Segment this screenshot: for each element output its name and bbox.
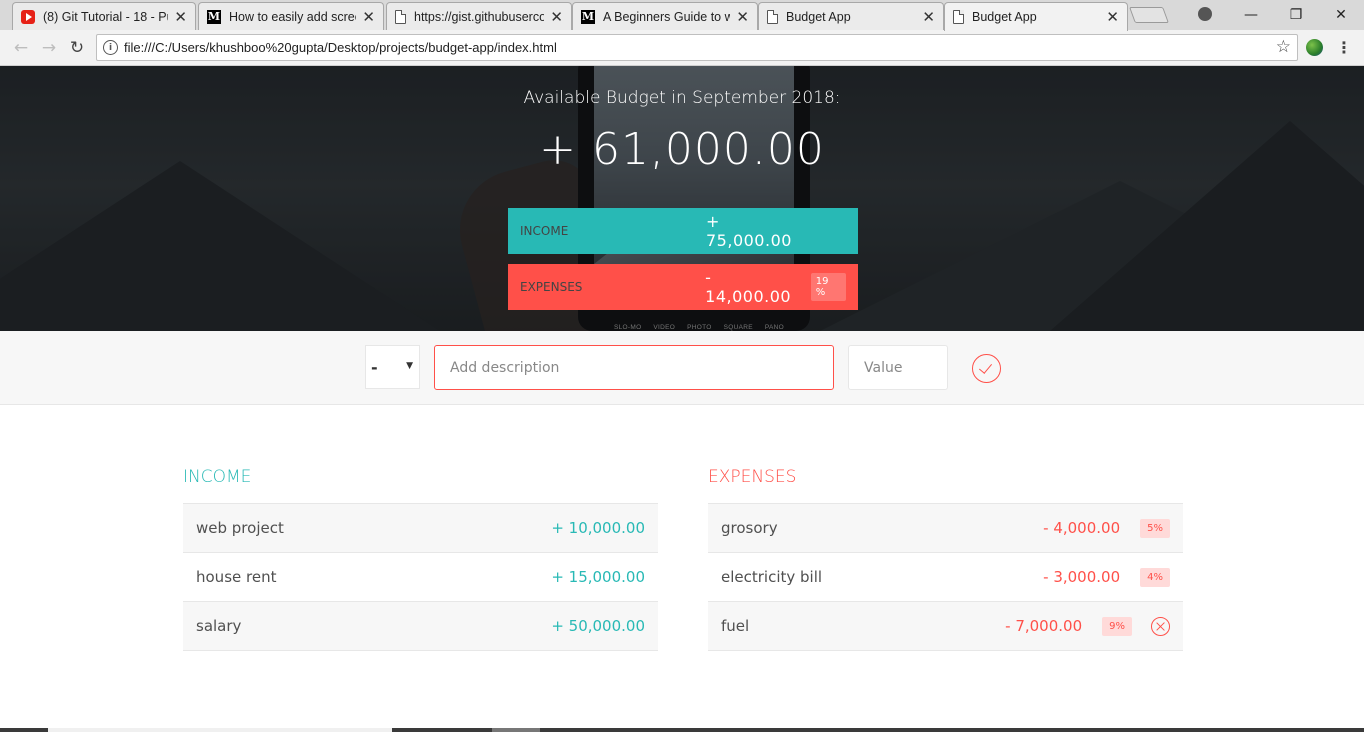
window-close-icon[interactable]: ✕	[1319, 0, 1363, 30]
medium-icon: M	[207, 9, 221, 24]
expenses-percentage-badge: 19 %	[810, 273, 847, 301]
address-bar[interactable]: i file:///C:/Users/khushboo%20gupta/Desk…	[96, 34, 1298, 61]
expense-item[interactable]: electricity bill - 3,000.00 4%	[708, 553, 1183, 602]
income-list: Income web project + 10,000.00 house ren…	[183, 466, 658, 651]
back-arrow-icon[interactable]: ←	[9, 36, 33, 60]
description-input[interactable]	[434, 345, 834, 390]
item-value: - 7,000.00	[1005, 617, 1083, 635]
tab-title: (8) Git Tutorial - 18 - Pu	[43, 9, 169, 24]
item-value: + 10,000.00	[551, 519, 645, 537]
item-description: salary	[196, 617, 242, 635]
add-item-bar: - ▼	[0, 331, 1364, 405]
profile-icon[interactable]	[1198, 7, 1212, 21]
url-text[interactable]: file:///C:/Users/khushboo%20gupta/Deskto…	[124, 40, 557, 55]
add-checkmark-button[interactable]	[972, 354, 1001, 383]
tab-title: Budget App	[972, 10, 1037, 24]
bottom-edge	[0, 728, 1364, 732]
income-item[interactable]: web project + 10,000.00	[183, 504, 658, 553]
budget-header: SLO-MO VIDEO PHOTO SQUARE PANO Available…	[0, 66, 1364, 331]
delete-item-icon[interactable]	[1151, 616, 1170, 636]
bookmark-star-icon[interactable]: ☆	[1276, 37, 1291, 57]
tab-strip: (8) Git Tutorial - 18 - Pu ✕ M How to ea…	[0, 0, 1364, 31]
tab-title: https://gist.githubuserco	[414, 9, 545, 24]
expense-item[interactable]: grosory - 4,000.00 5%	[708, 504, 1183, 553]
item-description: house rent	[196, 568, 277, 586]
expenses-list: Expenses grosory - 4,000.00 5% electrici…	[708, 466, 1183, 651]
item-value: - 4,000.00	[1043, 519, 1121, 537]
income-summary-value: + 75,000.00	[706, 212, 792, 250]
more-menu-icon[interactable]: ⋮	[1336, 38, 1352, 57]
value-input[interactable]	[848, 345, 948, 390]
dropdown-arrow-icon: ▼	[406, 361, 413, 371]
budget-title: Available Budget in September 2018:	[523, 88, 841, 108]
tab-gist[interactable]: https://gist.githubuserco ✕	[386, 2, 572, 30]
reload-icon[interactable]: ↻	[65, 36, 89, 60]
income-item[interactable]: salary + 50,000.00	[183, 602, 658, 651]
item-percentage-badge: 9%	[1102, 616, 1132, 636]
type-select-value: -	[371, 358, 378, 377]
document-icon	[395, 9, 406, 24]
extension-icon[interactable]	[1306, 39, 1323, 56]
expenses-summary-value: - 14,000.00	[705, 268, 792, 306]
forward-arrow-icon[interactable]: →	[37, 36, 61, 60]
item-value: - 3,000.00	[1043, 568, 1121, 586]
restore-icon[interactable]: ❐	[1274, 0, 1318, 30]
tab-title: A Beginners Guide to w	[603, 9, 731, 24]
close-icon[interactable]: ✕	[174, 8, 187, 26]
expense-item[interactable]: fuel - 7,000.00 9%	[708, 602, 1183, 651]
tab-beginners-guide[interactable]: M A Beginners Guide to w ✕	[572, 2, 758, 30]
close-icon[interactable]: ✕	[1106, 8, 1119, 26]
item-description: web project	[196, 519, 284, 537]
expenses-heading: Expenses	[708, 466, 1183, 504]
medium-icon: M	[581, 9, 595, 24]
income-heading: Income	[183, 466, 658, 504]
tab-add-screenshots[interactable]: M How to easily add scree ✕	[198, 2, 384, 30]
close-icon[interactable]: ✕	[922, 8, 935, 26]
close-icon[interactable]: ✕	[362, 8, 375, 26]
income-summary: Income + 75,000.00	[508, 208, 858, 254]
item-description: fuel	[721, 617, 750, 635]
item-description: grosory	[721, 519, 778, 537]
browser-toolbar: ← → ↻ i file:///C:/Users/khushboo%20gupt…	[0, 30, 1364, 66]
bottom-edge-segment	[48, 728, 392, 732]
close-icon[interactable]: ✕	[550, 8, 563, 26]
document-icon	[767, 9, 778, 24]
bottom-edge-segment	[492, 728, 540, 732]
type-select[interactable]: - ▼	[365, 345, 420, 389]
item-percentage-badge: 5%	[1140, 518, 1170, 538]
minimize-icon[interactable]: —	[1229, 0, 1273, 30]
item-description: electricity bill	[721, 568, 823, 586]
expenses-summary-label: Expenses	[520, 280, 583, 294]
new-tab-button[interactable]	[1129, 7, 1169, 23]
youtube-icon	[21, 9, 35, 24]
expenses-summary: Expenses - 14,000.00 19 %	[508, 264, 858, 310]
budget-value: + 61,000.00	[539, 124, 825, 175]
info-icon[interactable]: i	[103, 40, 118, 55]
tab-title: Budget App	[786, 9, 851, 24]
income-item[interactable]: house rent + 15,000.00	[183, 553, 658, 602]
tab-budget-app-active[interactable]: Budget App ✕	[944, 2, 1128, 31]
income-summary-label: Income	[520, 224, 569, 238]
close-icon[interactable]: ✕	[736, 8, 749, 26]
tab-git-tutorial[interactable]: (8) Git Tutorial - 18 - Pu ✕	[12, 2, 196, 30]
item-percentage-badge: 4%	[1140, 567, 1170, 587]
tab-budget-app[interactable]: Budget App ✕	[758, 2, 944, 30]
item-value: + 50,000.00	[551, 617, 645, 635]
item-value: + 15,000.00	[551, 568, 645, 586]
document-icon	[953, 10, 964, 24]
tab-title: How to easily add scree	[229, 9, 357, 24]
